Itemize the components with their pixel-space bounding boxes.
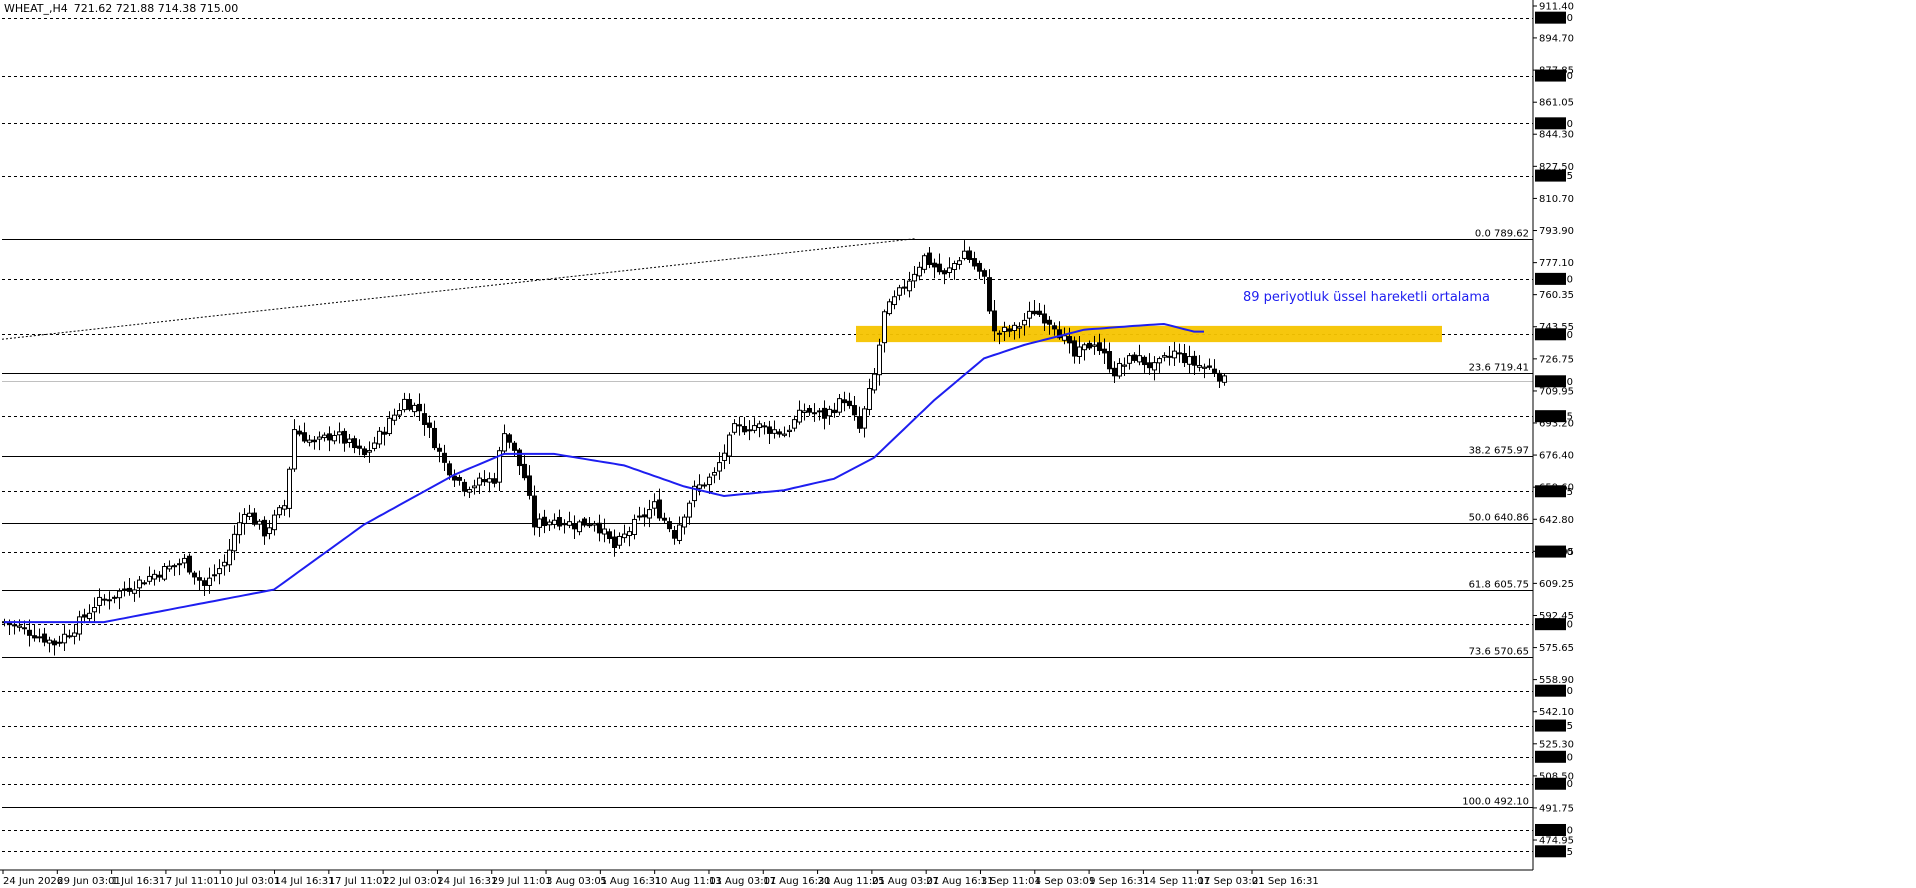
time-tick-label: 21 Sep 16:31 bbox=[1252, 876, 1319, 887]
price-tick-label: 793.90 bbox=[1539, 226, 1574, 237]
price-tick-label: 861.05 bbox=[1539, 98, 1574, 109]
level-price-label: 768.60 bbox=[1538, 274, 1573, 285]
ema-annotation: 89 periyotluk üssel hareketli ortalama bbox=[1243, 290, 1490, 305]
fib-label: 100.0 492.10 bbox=[1462, 797, 1529, 808]
level-price-label: 822.65 bbox=[1538, 171, 1573, 182]
time-tick-label: 24 Jun 2026 bbox=[3, 876, 63, 887]
ohlc-values: 721.62 721.88 714.38 715.00 bbox=[74, 2, 238, 15]
price-tick-label: 575.65 bbox=[1539, 643, 1574, 654]
level-price-label: 553.10 bbox=[1538, 686, 1573, 697]
price-tick-label: 525.30 bbox=[1539, 739, 1574, 750]
price-tick-label: 844.30 bbox=[1539, 130, 1574, 141]
fib-label: 23.6 719.41 bbox=[1469, 363, 1529, 374]
fib-label: 38.2 675.97 bbox=[1469, 446, 1529, 457]
price-tick-label: 491.75 bbox=[1539, 803, 1574, 814]
level-price-label: 534.85 bbox=[1538, 721, 1573, 732]
candle bbox=[187, 553, 192, 575]
time-tick-label: 4 Sep 03:01 bbox=[1035, 876, 1095, 887]
price-tick-label: 810.70 bbox=[1539, 194, 1574, 205]
time-tick-label: 29 Jul 11:01 bbox=[492, 876, 552, 887]
price-tick-label: 474.95 bbox=[1539, 836, 1574, 847]
time-tick-label: 14 Jul 16:31 bbox=[275, 876, 335, 887]
price-tick-label: 760.35 bbox=[1539, 290, 1574, 301]
time-tick-label: 5 Aug 16:31 bbox=[600, 876, 661, 887]
price-tick-label: 676.40 bbox=[1539, 451, 1574, 462]
level-price-label: 504.40 bbox=[1538, 779, 1573, 790]
level-price-label: 696.75 bbox=[1538, 412, 1573, 423]
price-tick-label: 777.10 bbox=[1539, 258, 1574, 269]
time-tick-label: 1 Jul 16:31 bbox=[112, 876, 166, 887]
time-tick-label: 7 Jul 11:01 bbox=[166, 876, 220, 887]
price-tick-label: 894.70 bbox=[1539, 33, 1574, 44]
time-tick-label: 9 Sep 16:31 bbox=[1089, 876, 1149, 887]
price-tick-label: 642.80 bbox=[1539, 515, 1574, 526]
time-tick-label: 24 Jul 16:31 bbox=[437, 876, 497, 887]
price-tick-label: 911.40 bbox=[1539, 2, 1574, 13]
level-price-label: 850.00 bbox=[1538, 119, 1573, 130]
support-zone-box bbox=[856, 325, 1442, 343]
fib-label: 61.8 605.75 bbox=[1469, 580, 1529, 591]
level-price-label: 625.90 bbox=[1538, 547, 1573, 558]
level-price-label: 875.00 bbox=[1538, 71, 1573, 82]
level-price-label: 518.50 bbox=[1538, 752, 1573, 763]
time-tick-label: 3 Aug 03:01 bbox=[546, 876, 607, 887]
chart-background bbox=[0, 0, 1916, 888]
price-tick-label: 726.75 bbox=[1539, 354, 1574, 365]
price-chart: 0.0 789.62 23.6 719.41 38.2 675.97 50.0 640… bbox=[0, 0, 1916, 888]
price-tick-label: 542.10 bbox=[1539, 707, 1574, 718]
fib-label: 73.6 570.65 bbox=[1469, 647, 1529, 658]
level-price-label: 657.45 bbox=[1538, 487, 1573, 498]
price-tick-label: 609.25 bbox=[1539, 579, 1574, 590]
support-zone bbox=[856, 325, 1442, 343]
symbol-title: WHEAT_,H4 721.62 721.88 714.38 715.00 bbox=[4, 2, 238, 15]
time-tick-label: 1 Sep 11:01 bbox=[980, 876, 1040, 887]
level-price-label: 480.20 bbox=[1538, 825, 1573, 836]
time-tick-label: 17 Jul 11:01 bbox=[329, 876, 389, 887]
level-price-label: 715.00 bbox=[1538, 377, 1573, 388]
level-price-label: 905.30 bbox=[1538, 13, 1573, 24]
fib-label: 0.0 789.62 bbox=[1475, 229, 1529, 240]
fib-label: 50.0 640.86 bbox=[1469, 513, 1529, 524]
level-price-label: 587.90 bbox=[1538, 620, 1573, 631]
time-tick-label: 10 Jul 03:01 bbox=[220, 876, 280, 887]
time-tick-label: 22 Jul 03:01 bbox=[383, 876, 443, 887]
level-price-label: 739.60 bbox=[1538, 330, 1573, 341]
symbol-name: WHEAT_,H4 bbox=[4, 2, 68, 15]
price-tick-label: 709.95 bbox=[1539, 386, 1574, 397]
price-tick-label: 558.90 bbox=[1539, 675, 1574, 686]
level-price-label: 469.05 bbox=[1538, 847, 1573, 858]
